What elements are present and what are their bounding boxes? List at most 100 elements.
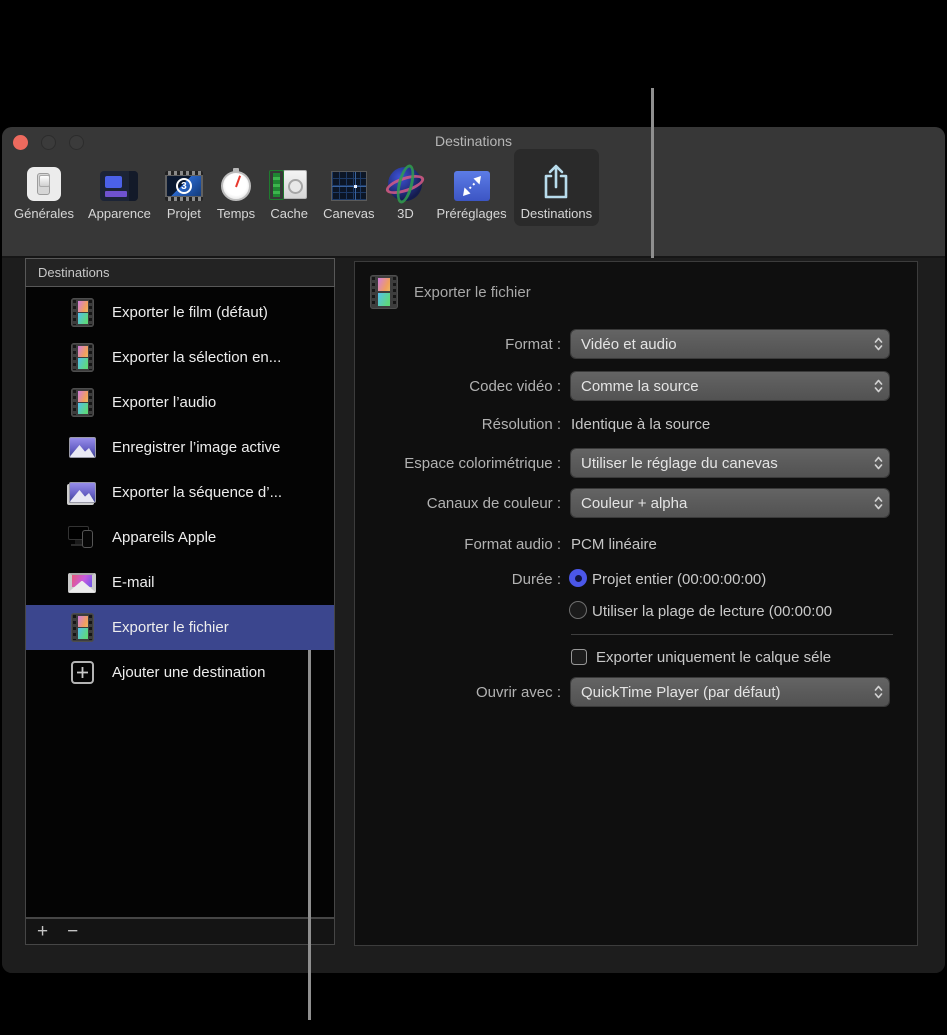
callout-line-destinations-pane [651,88,654,258]
film-project-icon: 3 [165,171,203,201]
list-item-label: Exporter le fichier [112,619,229,636]
toolbar-item-label: Canevas [323,206,374,221]
sidebar-footer: + − [25,918,335,945]
radio-plage-lecture-label: Utiliser la plage de lecture (00:00:00 [592,603,832,620]
panel-header: Exporter le fichier [370,275,531,309]
toolbar-item-projet[interactable]: 3 Projet [158,149,210,226]
toolbar-item-label: 3D [397,206,414,221]
colorspace-popup-value: Utiliser le réglage du canevas [571,455,867,472]
list-item-label: Exporter le film (défaut) [112,304,268,321]
stopwatch-icon [221,171,251,201]
list-item-exporter-sequence[interactable]: Exporter la séquence d’... [26,470,334,515]
chevron-up-down-icon [867,378,889,394]
colorspace-popup[interactable]: Utiliser le réglage du canevas [571,449,889,477]
photo-stack-icon [69,482,96,503]
toolbar-item-generales[interactable]: Générales [7,149,81,226]
list-item-label: Exporter la séquence d’... [112,484,282,501]
list-item-exporter-le-film[interactable]: Exporter le film (défaut) [26,290,334,335]
envelope-icon [68,573,96,593]
film-icon [71,298,94,327]
appearance-icon [100,171,138,201]
list-item-label: Exporter la sélection en... [112,349,281,366]
list-item-exporter-le-fichier[interactable]: Exporter le fichier [26,605,334,650]
channels-popup[interactable]: Couleur + alpha [571,489,889,517]
format-popup-value: Vidéo et audio [571,336,867,353]
toolbar-items: Générales Apparence 3 Projet Temps Cache [7,149,599,226]
film-icon [71,343,94,372]
codec-popup[interactable]: Comme la source [571,372,889,400]
export-selected-layer-checkbox[interactable] [571,649,587,665]
export-file-panel: Exporter le fichier Format : Vidéo et au… [354,261,918,946]
codec-popup-value: Comme la source [571,378,867,395]
screenshot-root: Destinations Générales Apparence 3 Proje… [0,0,947,1035]
list-item-enregistrer-image[interactable]: Enregistrer l’image active [26,425,334,470]
chevron-up-down-icon [867,455,889,471]
toolbar-item-3d[interactable]: 3D [381,149,429,226]
panel-title: Exporter le fichier [414,284,531,301]
radio-projet-entier-label: Projet entier (00:00:00:00) [592,571,766,588]
toolbar: Destinations Générales Apparence 3 Proje… [2,127,945,258]
toolbar-item-label: Destinations [521,206,593,221]
audio-format-label: Format audio : [355,536,561,553]
export-selected-layer-label: Exporter uniquement le calque séle [596,649,831,666]
preferences-window: Destinations Générales Apparence 3 Proje… [2,127,945,973]
destinations-sidebar: Destinations Exporter le film (défaut) E… [25,258,335,945]
photo-icon [69,437,96,458]
toolbar-item-canevas[interactable]: Canevas [316,149,381,226]
colorspace-label: Espace colorimétrique : [355,455,561,472]
list-item-label: Exporter l’audio [112,394,216,411]
open-with-popup-value: QuickTime Player (par défaut) [571,684,867,701]
film-icon [71,613,94,642]
callout-line-exporter-le-fichier [308,650,311,1020]
radio-plage-lecture[interactable] [569,601,587,619]
list-item-exporter-la-selection[interactable]: Exporter la sélection en... [26,335,334,380]
radio-projet-entier[interactable] [569,569,587,587]
list-item-appareils-apple[interactable]: Appareils Apple [26,515,334,560]
window-title: Destinations [2,133,945,149]
toolbar-item-label: Temps [217,206,255,221]
toolbar-item-cache[interactable]: Cache [262,149,316,226]
grid-canvas-icon [331,171,367,201]
toolbar-item-label: Générales [14,206,74,221]
chevron-up-down-icon [867,336,889,352]
format-popup[interactable]: Vidéo et audio [571,330,889,358]
chevron-up-down-icon [867,495,889,511]
toolbar-item-label: Projet [167,206,201,221]
list-item-label: E-mail [112,574,155,591]
divider [571,634,893,635]
toolbar-item-temps[interactable]: Temps [210,149,262,226]
toolbar-item-label: Apparence [88,206,151,221]
list-item-label: Appareils Apple [112,529,216,546]
share-icon [540,161,572,201]
switch-icon [27,167,61,201]
audio-format-value: PCM linéaire [571,536,657,553]
channels-popup-value: Couleur + alpha [571,495,867,512]
chevron-up-down-icon [867,684,889,700]
list-item-label: Enregistrer l’image active [112,439,280,456]
list-item-label: Ajouter une destination [112,664,265,681]
resolution-label: Résolution : [355,416,561,433]
open-with-popup[interactable]: QuickTime Player (par défaut) [571,678,889,706]
codec-label: Codec vidéo : [355,378,561,395]
toolbar-item-prereglages[interactable]: Préréglages [429,149,513,226]
toolbar-item-destinations[interactable]: Destinations [514,149,600,226]
remove-destination-button[interactable]: − [67,922,78,941]
add-destination-button[interactable]: + [37,922,48,941]
toolbar-item-apparence[interactable]: Apparence [81,149,158,226]
resolution-value: Identique à la source [571,416,710,433]
channels-label: Canaux de couleur : [355,495,561,512]
list-item-ajouter-destination[interactable]: Ajouter une destination [26,650,334,695]
sidebar-header: Destinations [25,258,335,287]
film-icon [71,388,94,417]
content-area: Destinations Exporter le film (défaut) E… [2,258,945,973]
plus-box-icon [71,661,94,684]
toolbar-item-label: Préréglages [436,206,506,221]
film-icon [370,275,398,309]
list-item-email[interactable]: E-mail [26,560,334,605]
list-item-exporter-audio[interactable]: Exporter l’audio [26,380,334,425]
open-with-label: Ouvrir avec : [355,684,561,701]
devices-icon [68,526,96,549]
format-label: Format : [355,336,561,353]
duration-label: Durée : [355,571,561,588]
resize-arrow-icon [454,171,490,201]
